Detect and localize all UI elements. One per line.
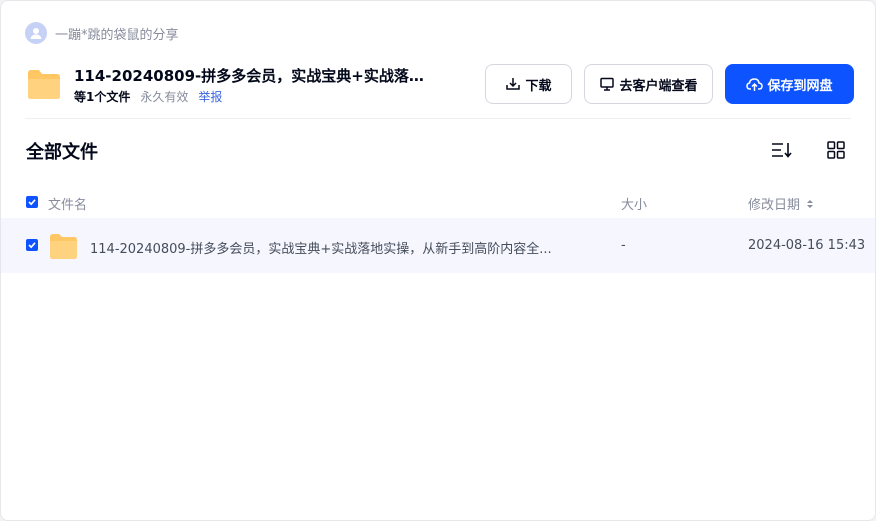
column-header-size: 大小 [621,198,648,213]
file-modified-date: 2024-08-16 15:43 [748,238,866,253]
open-client-label: 去客户端查看 [619,78,698,94]
report-link[interactable]: 举报 [198,88,222,105]
validity-label: 永久有效 [140,90,189,104]
row-checkbox[interactable] [26,239,38,251]
section-title: 全部文件 [26,142,98,163]
monitor-icon [600,77,615,91]
share-card: 一蹦*跳的袋鼠的分享 114-20240809-拼多多会员，实战宝典+实战落地.… [0,0,876,521]
folder-icon [26,67,62,101]
column-header-name: 文件名 [48,198,88,213]
column-header-modified-label: 修改日期 [748,198,801,213]
folder-icon [49,232,78,264]
table-header: 文件名 大小 修改日期 [1,187,875,217]
file-name[interactable]: 114-20240809-拼多多会员，实战宝典+实战落地实操，从新手到高阶内容全… [90,238,580,257]
file-count: 等1个文件 [74,90,131,104]
table-row[interactable]: 114-20240809-拼多多会员，实战宝典+实战落地实操，从新手到高阶内容全… [1,218,875,273]
sort-icon[interactable] [769,138,793,162]
grid-view-icon[interactable] [824,138,848,162]
sort-arrows-icon [807,200,814,208]
download-label: 下载 [525,78,552,94]
open-client-button[interactable]: 去客户端查看 [584,64,713,104]
download-button[interactable]: 下载 [485,64,572,104]
sharer-name: 一蹦*跳的袋鼠的分享 [55,27,179,43]
share-meta: 等1个文件 永久有效 举报 [74,88,222,105]
download-icon [506,78,521,90]
cloud-upload-icon [746,78,764,91]
column-header-modified[interactable]: 修改日期 [748,194,814,213]
sharer-info: 一蹦*跳的袋鼠的分享 [25,21,179,45]
save-label: 保存到网盘 [767,78,833,94]
check-icon [28,199,36,206]
select-all-checkbox[interactable] [26,196,38,208]
user-avatar-icon [25,22,47,44]
divider [25,118,851,119]
save-to-drive-button[interactable]: 保存到网盘 [725,64,854,104]
file-size: - [621,238,626,253]
check-icon [28,242,36,249]
share-title: 114-20240809-拼多多会员，实战宝典+实战落地... [74,67,434,85]
